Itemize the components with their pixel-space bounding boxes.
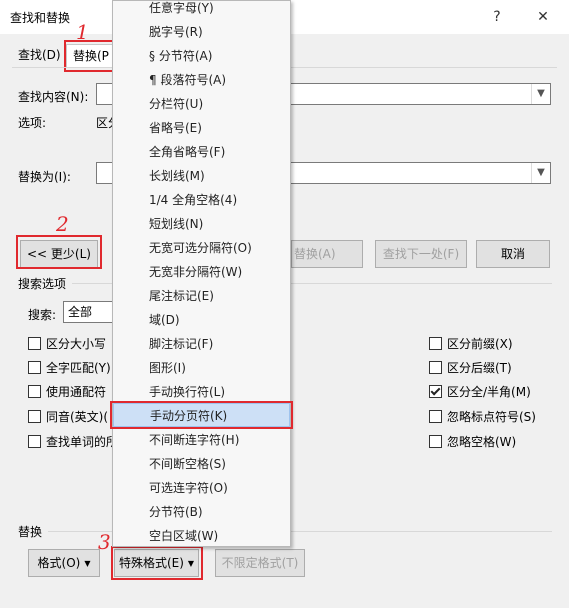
checkbox-icon[interactable]	[429, 410, 442, 423]
format-button-label: 格式(O)	[37, 556, 81, 570]
find-replace-dialog: 查找和替换 ? ✕ 查找(D) 替换(P 查找内容(N): ▼ 选项: 区分 替…	[0, 0, 569, 608]
menu-item[interactable]: ¶ 段落符号(A)	[113, 68, 290, 92]
check-match-suffix[interactable]: 区分后缀(T)	[429, 359, 512, 377]
check-label: 忽略空格(W)	[447, 435, 517, 449]
format-button[interactable]: 格式(O) ▼	[28, 549, 100, 577]
menu-item[interactable]: 全角省略号(F)	[113, 140, 290, 164]
find-next-button[interactable]: 查找下一处(F)	[375, 240, 467, 268]
search-options-title: 搜索选项	[18, 277, 67, 291]
check-ignore-space[interactable]: 忽略空格(W)	[429, 433, 516, 451]
search-label: 搜索:	[28, 308, 57, 322]
menu-item[interactable]: 尾注标记(E)	[113, 284, 290, 308]
checkbox-icon[interactable]	[429, 361, 442, 374]
menu-item[interactable]: 可选连字符(O)	[113, 476, 290, 500]
find-label: 查找内容(N):	[18, 90, 89, 104]
annotation-box-3	[111, 546, 203, 580]
caret-down-icon: ▼	[84, 559, 91, 568]
menu-item[interactable]: 脱字号(R)	[113, 20, 290, 44]
annotation-number-1: 1	[76, 20, 89, 44]
no-format-button[interactable]: 不限定格式(T)	[215, 549, 305, 577]
check-match-width[interactable]: 区分全/半角(M)	[429, 383, 531, 401]
check-ignore-punct[interactable]: 忽略标点符号(S)	[429, 408, 536, 426]
checkbox-icon[interactable]	[28, 337, 41, 350]
menu-item[interactable]: 脚注标记(F)	[113, 332, 290, 356]
menu-item[interactable]: 短划线(N)	[113, 212, 290, 236]
check-label: 查找单词的所	[46, 435, 119, 449]
menu-item[interactable]: 无宽非分隔符(W)	[113, 260, 290, 284]
menu-item[interactable]: 不间断空格(S)	[113, 452, 290, 476]
menu-item[interactable]: 长划线(M)	[113, 164, 290, 188]
menu-item[interactable]: 1/4 全角空格(4)	[113, 188, 290, 212]
menu-item[interactable]: 分栏符(U)	[113, 92, 290, 116]
replace-label: 替换为(I):	[18, 170, 71, 184]
menu-item[interactable]: 无宽可选分隔符(O)	[113, 236, 290, 260]
dialog-title: 查找和替换	[10, 11, 71, 25]
tab-find[interactable]: 查找(D)	[18, 44, 61, 66]
check-label: 忽略标点符号(S)	[447, 410, 536, 424]
menu-item[interactable]: 空白区域(W)	[113, 524, 290, 548]
options-label: 选项:	[18, 116, 47, 130]
checkbox-icon[interactable]	[28, 410, 41, 423]
annotation-box-4	[110, 401, 293, 429]
check-label: 使用通配符	[46, 385, 107, 399]
chevron-down-icon[interactable]: ▼	[531, 163, 550, 183]
checkbox-icon[interactable]	[429, 435, 442, 448]
annotation-number-2: 2	[56, 212, 69, 236]
checkbox-icon[interactable]	[28, 385, 41, 398]
check-label: 同音(英文)(	[46, 410, 109, 424]
checkbox-icon[interactable]	[28, 361, 41, 374]
check-label: 全字匹配(Y)	[46, 361, 111, 375]
special-format-menu: 任意字母(Y) 脱字号(R) § 分节符(A) ¶ 段落符号(A) 分栏符(U)…	[112, 0, 291, 547]
chevron-down-icon[interactable]: ▼	[531, 84, 550, 104]
checkbox-checked-icon[interactable]	[429, 385, 442, 398]
menu-item[interactable]: 域(D)	[113, 308, 290, 332]
menu-item[interactable]: 任意字母(Y)	[113, 0, 290, 20]
checkbox-icon[interactable]	[429, 337, 442, 350]
checkbox-icon[interactable]	[28, 435, 41, 448]
check-match-case[interactable]: 区分大小写	[28, 335, 106, 353]
menu-item[interactable]: 分节符(B)	[113, 500, 290, 524]
check-wildcards[interactable]: 使用通配符	[28, 383, 106, 401]
close-icon[interactable]: ✕	[532, 6, 554, 28]
search-direction-value: 全部	[68, 305, 93, 319]
check-match-prefix[interactable]: 区分前缀(X)	[429, 335, 513, 353]
help-icon[interactable]: ?	[486, 6, 508, 28]
replace-section-title: 替换	[18, 525, 43, 539]
replace-all-button[interactable]: 替换(A)	[291, 240, 363, 268]
annotation-number-3: 3	[98, 530, 111, 554]
check-whole-word[interactable]: 全字匹配(Y)	[28, 359, 111, 377]
menu-item[interactable]: 不间断连字符(H)	[113, 428, 290, 452]
check-label: 区分前缀(X)	[447, 337, 513, 351]
check-label: 区分全/半角(M)	[447, 385, 531, 399]
check-label: 区分大小写	[46, 337, 107, 351]
check-label: 区分后缀(T)	[447, 361, 512, 375]
annotation-box-2	[16, 235, 102, 269]
menu-item[interactable]: 图形(I)	[113, 356, 290, 380]
check-all-word-forms[interactable]: 查找单词的所	[28, 433, 118, 451]
cancel-button[interactable]: 取消	[476, 240, 550, 268]
menu-item[interactable]: 省略号(E)	[113, 116, 290, 140]
menu-item[interactable]: § 分节符(A)	[113, 44, 290, 68]
check-sounds-like[interactable]: 同音(英文)(	[28, 408, 108, 426]
